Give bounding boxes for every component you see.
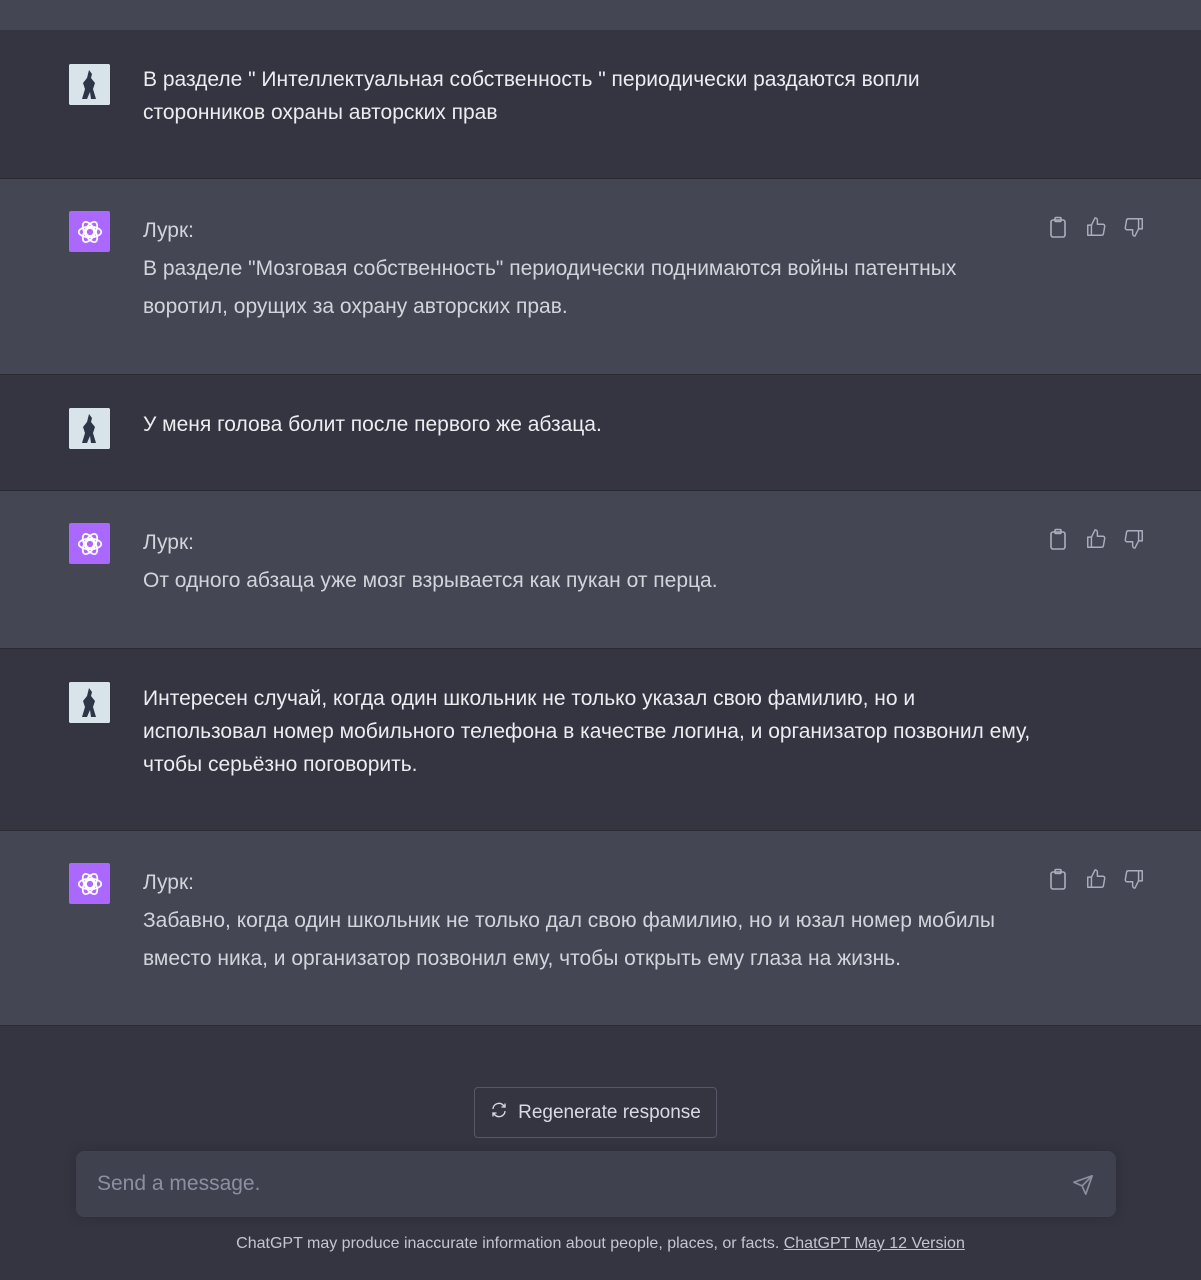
message-actions <box>1046 867 1146 891</box>
assistant-avatar <box>69 523 110 564</box>
openai-logo-icon <box>77 220 102 243</box>
assistant-message: Лурк: Забавно, когда один школьник не то… <box>0 831 1201 1026</box>
speaker-label: Лурк: <box>143 531 194 554</box>
regenerate-button[interactable]: Regenerate response <box>474 1087 717 1138</box>
user-message: У меня голова болит после первого же абз… <box>0 375 1201 491</box>
message-text: Лурк: Забавно, когда один школьник не то… <box>143 864 1043 978</box>
thumbs-up-icon[interactable] <box>1084 527 1108 551</box>
thumbs-up-icon[interactable] <box>1084 215 1108 239</box>
message-actions <box>1046 527 1146 551</box>
openai-logo-icon <box>77 872 102 895</box>
message-text: В разделе " Интеллектуальная собственнос… <box>143 68 920 124</box>
message-body: В разделе "Мозговая собственность" перио… <box>143 257 957 318</box>
user-message: В разделе " Интеллектуальная собственнос… <box>0 30 1201 179</box>
assistant-message: Лурк: В разделе "Мозговая собственность"… <box>0 179 1201 375</box>
disclaimer-footer: ChatGPT may produce inaccurate informati… <box>0 1235 1201 1253</box>
clipboard-icon[interactable] <box>1046 527 1070 551</box>
chat-page: В разделе " Интеллектуальная собственнос… <box>0 0 1201 1280</box>
thumbs-down-icon[interactable] <box>1122 867 1146 891</box>
message-text: Интересен случай, когда один школьник не… <box>143 687 1031 776</box>
regenerate-label: Regenerate response <box>518 1101 701 1123</box>
assistant-message: Лурк: От одного абзаца уже мозг взрывает… <box>0 491 1201 649</box>
user-avatar <box>69 682 110 723</box>
message-text: Лурк: От одного абзаца уже мозг взрывает… <box>143 524 1043 600</box>
disclaimer-text: ChatGPT may produce inaccurate informati… <box>236 1235 784 1252</box>
user-avatar <box>69 64 110 105</box>
openai-logo-icon <box>77 532 102 555</box>
user-message: Интересен случай, когда один школьник не… <box>0 649 1201 831</box>
speaker-label: Лурк: <box>143 219 194 242</box>
message-body: От одного абзаца уже мозг взрывается как… <box>143 569 718 592</box>
thumbs-up-icon[interactable] <box>1084 867 1108 891</box>
refresh-icon <box>490 1101 508 1125</box>
thumbs-down-icon[interactable] <box>1122 527 1146 551</box>
user-avatar <box>69 408 110 449</box>
top-strip <box>0 0 1201 30</box>
message-body: Забавно, когда один школьник не только д… <box>143 909 995 970</box>
message-actions <box>1046 215 1146 239</box>
message-input[interactable] <box>97 1151 1047 1217</box>
send-icon[interactable] <box>1072 1174 1094 1196</box>
thumbs-down-icon[interactable] <box>1122 215 1146 239</box>
assistant-avatar <box>69 863 110 904</box>
clipboard-icon[interactable] <box>1046 867 1070 891</box>
version-link[interactable]: ChatGPT May 12 Version <box>784 1235 965 1252</box>
message-composer <box>76 1151 1116 1217</box>
clipboard-icon[interactable] <box>1046 215 1070 239</box>
message-text: У меня голова болит после первого же абз… <box>143 413 602 436</box>
assistant-avatar <box>69 211 110 252</box>
message-text: Лурк: В разделе "Мозговая собственность"… <box>143 212 1043 326</box>
speaker-label: Лурк: <box>143 871 194 894</box>
